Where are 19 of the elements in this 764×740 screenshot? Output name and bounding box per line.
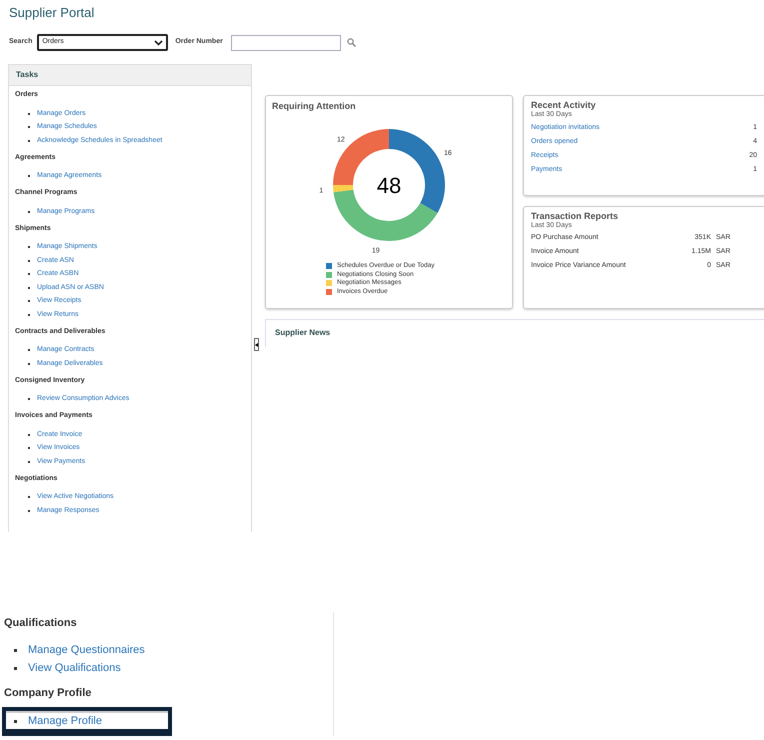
panel-title: Supplier News <box>275 327 330 339</box>
order-number-field[interactable] <box>230 34 341 50</box>
caret-icon <box>255 342 258 346</box>
collapse-handle[interactable] <box>254 338 259 351</box>
group-heading: Qualifications <box>4 616 78 631</box>
card-title: Requiring Attention <box>272 100 356 113</box>
panel-title: Tasks <box>16 69 38 81</box>
bullet-icon <box>14 648 17 652</box>
bullet-icon <box>14 720 17 722</box>
card-title: Recent Activity <box>531 100 597 110</box>
card-title: Transaction Reports <box>531 211 620 221</box>
group-heading: Company Profile <box>4 686 92 701</box>
bullet-icon <box>14 666 17 670</box>
search-icon[interactable] <box>346 38 356 47</box>
total-count: 48 <box>376 173 402 198</box>
task-link[interactable]: View Qualifications <box>28 660 121 676</box>
chevron-icon <box>154 40 164 46</box>
page-title: Supplier Portal <box>9 4 94 22</box>
task-link[interactable]: Manage Questionnaires <box>28 642 145 658</box>
